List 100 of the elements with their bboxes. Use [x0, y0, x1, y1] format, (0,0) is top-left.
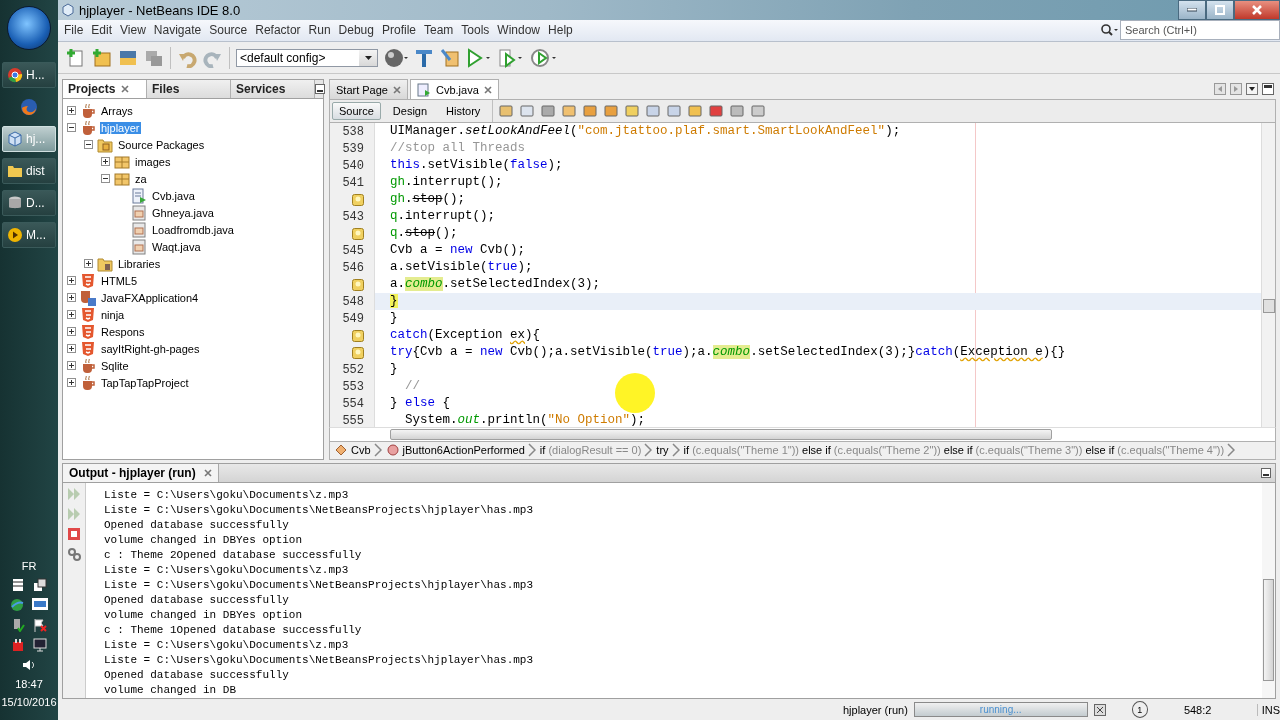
close-icon[interactable] — [203, 469, 212, 478]
scroll-left-icon[interactable] — [1214, 83, 1226, 96]
taskbar-button[interactable]: D... — [2, 190, 56, 216]
expand-icon[interactable] — [67, 361, 76, 371]
close-button[interactable] — [1234, 0, 1280, 20]
menu-item[interactable]: Debug — [334, 23, 378, 38]
start-button[interactable] — [7, 6, 51, 50]
tree-item[interactable]: HTML5 — [100, 274, 139, 287]
tree-item[interactable]: Ghneya.java — [151, 206, 215, 219]
collapse-icon[interactable] — [67, 123, 76, 133]
tree-item[interactable]: JavaFXApplication4 — [100, 291, 200, 304]
view-tab[interactable]: Source — [332, 102, 381, 121]
taskbar-button[interactable]: M... — [2, 222, 56, 248]
breadcrumb[interactable]: jButton6ActionPerformed — [402, 444, 525, 457]
firefox-icon[interactable] — [20, 98, 38, 116]
usb-tray-icon[interactable] — [11, 618, 25, 632]
database-icon[interactable] — [7, 195, 23, 211]
tray-badge-icon[interactable] — [32, 598, 48, 610]
tree-item[interactable]: ninja — [100, 308, 126, 321]
scrollbar-thumb[interactable] — [1263, 579, 1274, 682]
menu-item[interactable]: Source — [205, 23, 252, 38]
folder-icon[interactable] — [7, 163, 23, 179]
expand-icon[interactable] — [67, 327, 76, 337]
expand-icon[interactable] — [67, 344, 76, 354]
expand-icon[interactable] — [67, 378, 76, 388]
debug-icon[interactable] — [498, 47, 524, 68]
minimize-panel-icon[interactable] — [1261, 468, 1271, 479]
expand-icon[interactable] — [67, 310, 76, 320]
network-icon[interactable] — [33, 638, 47, 652]
panel-tab[interactable]: Projects — [63, 80, 147, 99]
chrome-icon[interactable] — [7, 67, 23, 83]
profile-icon[interactable] — [530, 47, 558, 68]
editor-tab[interactable]: Start Page — [329, 79, 408, 100]
lightbulb-icon[interactable] — [352, 329, 364, 342]
tree-item[interactable]: TapTapTapProject — [100, 376, 190, 389]
view-tab[interactable]: History — [439, 102, 488, 121]
lightbulb-icon[interactable] — [352, 346, 364, 359]
breadcrumb[interactable]: if (dialogResult == 0) — [539, 444, 642, 457]
language-indicator[interactable]: FR — [21, 560, 37, 572]
collapse-icon[interactable] — [101, 174, 110, 184]
tree-item[interactable]: Source Packages — [117, 138, 206, 151]
tree-item[interactable]: Cvb.java — [151, 189, 196, 202]
menu-item[interactable]: Profile — [378, 23, 420, 38]
menu-item[interactable]: Edit — [87, 23, 117, 38]
power-tray-icon[interactable] — [11, 638, 25, 652]
tree-item[interactable]: Arrays — [100, 104, 134, 117]
speaker-icon[interactable] — [22, 658, 36, 672]
breadcrumb[interactable]: try — [656, 444, 669, 457]
browser-tray-icon[interactable] — [10, 598, 24, 612]
lightbulb-icon[interactable] — [352, 193, 364, 206]
taskbar-button[interactable]: H... — [2, 62, 56, 88]
tree-item[interactable]: Respons — [100, 325, 146, 338]
menu-item[interactable]: Team — [420, 23, 458, 38]
play-icon[interactable] — [7, 227, 23, 243]
new-project-icon[interactable] — [92, 47, 112, 68]
flag-error-icon[interactable] — [33, 618, 47, 632]
lightbulb-icon[interactable] — [352, 227, 364, 240]
minimize-panel-icon[interactable] — [315, 84, 325, 95]
windows-tray-icon[interactable] — [33, 578, 47, 592]
tree-item[interactable]: Libraries — [117, 257, 162, 270]
output-tab[interactable]: Output - hjplayer (run) — [63, 464, 219, 483]
scrollbar-thumb[interactable] — [390, 428, 1052, 440]
configuration-dropdown[interactable]: <default config> — [236, 48, 378, 67]
panel-tab[interactable]: Files — [147, 80, 231, 99]
lightbulb-icon[interactable] — [352, 278, 364, 291]
dropdown-icon[interactable] — [1246, 83, 1258, 96]
collapse-icon[interactable] — [84, 140, 93, 150]
search-field[interactable]: Search (Ctrl+I) — [1120, 20, 1280, 41]
settings-icon[interactable] — [67, 547, 81, 562]
globe-icon[interactable] — [384, 47, 408, 68]
menu-item[interactable]: Window — [493, 23, 545, 38]
view-tab[interactable]: Design — [385, 102, 435, 121]
clean-build-icon[interactable] — [440, 47, 460, 68]
menu-item[interactable]: Tools — [457, 23, 494, 38]
menu-item[interactable]: View — [116, 23, 150, 38]
expand-icon[interactable] — [101, 157, 110, 167]
menu-item[interactable]: Help — [544, 23, 577, 38]
expand-icon[interactable] — [67, 106, 76, 116]
close-icon[interactable] — [121, 85, 130, 94]
cancel-icon[interactable] — [1093, 703, 1106, 716]
tree-item[interactable]: Sqlite — [100, 359, 130, 372]
menu-item[interactable]: Navigate — [149, 23, 206, 38]
breadcrumb[interactable]: if (c.equals("Theme 1")) else if (c.equals("Theme 2")) else if (c.equals("Theme 3")) else if (c.equals("Theme 4")) — [683, 444, 1225, 457]
taskbar-button[interactable]: dist — [2, 158, 56, 184]
panel-tab[interactable]: Services — [231, 80, 315, 99]
expand-icon[interactable] — [84, 259, 93, 269]
breadcrumb[interactable]: Cvb — [351, 444, 371, 457]
hammer-icon[interactable] — [414, 47, 434, 68]
tree-item[interactable]: Loadfromdb.java — [151, 223, 235, 236]
menu-item[interactable]: Run — [304, 23, 335, 38]
scrollbar-thumb[interactable] — [1262, 299, 1275, 314]
close-icon[interactable] — [483, 85, 492, 94]
tray-app-icon[interactable] — [11, 578, 25, 592]
minimize-button[interactable] — [1178, 0, 1206, 20]
tree-item[interactable]: Waqt.java — [151, 240, 202, 253]
tree-item[interactable]: za — [134, 172, 148, 185]
run-icon[interactable] — [466, 47, 492, 68]
tree-item[interactable]: sayItRight-gh-pages — [100, 342, 201, 355]
menu-item[interactable]: File — [60, 23, 88, 38]
new-file-icon[interactable] — [66, 47, 86, 68]
